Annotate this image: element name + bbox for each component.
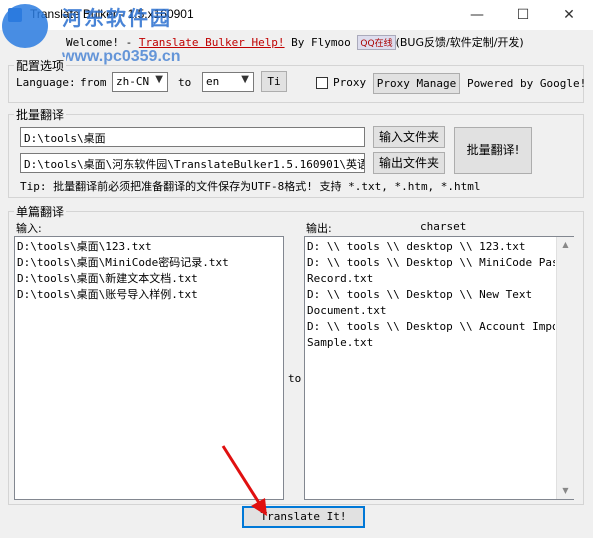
output-folder-button[interactable]: 输出文件夹 <box>373 152 445 174</box>
batch-translate-button[interactable]: 批量翻译! <box>454 127 532 174</box>
output-line: Document.txt <box>307 304 387 317</box>
watermark-url: www.pc0359.cn <box>62 48 181 65</box>
single-group-label: 单篇翻译 <box>14 203 67 220</box>
maximize-button[interactable]: ☐ <box>500 0 546 30</box>
arrow-annotation-icon <box>221 445 267 516</box>
input-label: 输入: <box>16 222 42 235</box>
from-language-value: zh-CN <box>116 75 150 88</box>
output-textarea[interactable]: D: \\ tools \\ desktop \\ 123.txt D: \\ … <box>304 236 574 500</box>
charset-label: charset <box>420 220 467 233</box>
language-label: Language: <box>16 76 76 89</box>
welcome-by: By Flymoo <box>284 36 351 49</box>
output-label: 输出: <box>306 222 332 235</box>
batch-tip: Tip: 批量翻译前必须把准备翻译的文件保存为UTF-8格式! 支持 *.txt… <box>20 180 481 193</box>
to-language-select[interactable]: en ▼ <box>202 72 254 92</box>
swap-language-button[interactable]: Ti <box>261 71 287 92</box>
chevron-down-icon: ▼ <box>241 74 249 85</box>
proxy-checkbox[interactable] <box>316 77 328 89</box>
to-label: to <box>178 76 192 89</box>
scroll-down-icon[interactable]: ▼ <box>557 483 574 499</box>
output-line: Sample.txt <box>307 336 374 349</box>
proxy-label: Proxy <box>333 76 367 89</box>
from-label: from <box>80 76 107 89</box>
batch-group-label: 批量翻译 <box>14 106 67 123</box>
output-line: D: \\ tools \\ Desktop \\ MiniCode Passw… <box>307 256 555 269</box>
input-folder-field[interactable]: D:\tools\桌面 <box>20 127 365 147</box>
from-language-select[interactable]: zh-CN ▼ <box>112 72 168 92</box>
close-button[interactable]: ✕ <box>546 0 592 30</box>
output-line: D: \\ tools \\ Desktop \\ New Text <box>307 288 533 301</box>
minimize-button[interactable]: — <box>454 0 500 30</box>
chevron-down-icon: ▼ <box>155 74 163 85</box>
output-line: D: \\ tools \\ Desktop \\ Account Import <box>307 320 555 333</box>
input-line: D:\tools\桌面\账号导入样例.txt <box>17 288 198 301</box>
scroll-up-icon[interactable]: ▲ <box>557 237 574 253</box>
output-folder-field[interactable]: D:\tools\桌面\河东软件园\TranslateBulker1.5.160… <box>20 153 365 173</box>
output-line: D: \\ tools \\ desktop \\ 123.txt <box>307 240 526 253</box>
watermark-logo-icon <box>2 4 48 48</box>
proxy-manage-button[interactable]: Proxy Manage <box>373 73 460 94</box>
to-language-value: en <box>206 75 220 88</box>
input-line: D:\tools\桌面\MiniCode密码记录.txt <box>17 256 229 269</box>
welcome-suffix: (BUG反馈/软件定制/开发) <box>395 36 524 49</box>
input-line: D:\tools\桌面\新建文本文档.txt <box>17 272 198 285</box>
watermark-site: 河东软件园 <box>62 8 172 30</box>
config-group-label: 配置选项 <box>14 57 67 74</box>
input-line: D:\tools\桌面\123.txt <box>17 240 152 253</box>
output-line: Record.txt <box>307 272 374 285</box>
to-arrow-label: to <box>288 372 302 385</box>
input-folder-button[interactable]: 输入文件夹 <box>373 126 445 148</box>
powered-by: Powered by Google! <box>467 77 587 90</box>
output-scrollbar[interactable]: ▲ ▼ <box>556 237 574 499</box>
qq-online-badge[interactable]: QQ在线 <box>357 35 396 50</box>
